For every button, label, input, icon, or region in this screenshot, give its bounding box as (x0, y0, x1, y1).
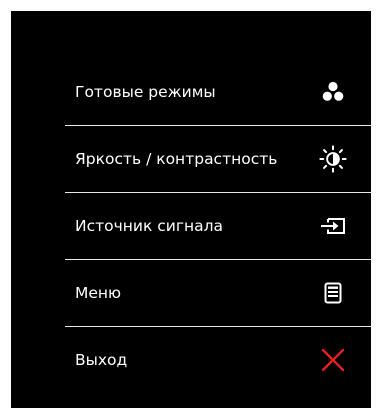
brightness-contrast-icon (319, 145, 347, 173)
preset-modes-icon (319, 78, 347, 106)
close-icon (319, 346, 347, 374)
menu-item-exit[interactable]: Выход (65, 327, 371, 394)
menu-item-input-source[interactable]: Источник сигнала (65, 193, 371, 260)
menu-item-brightness-contrast[interactable]: Яркость / контрастность (65, 126, 371, 193)
menu-item-menu[interactable]: Меню (65, 260, 371, 327)
menu-item-label: Меню (75, 284, 122, 302)
menu-item-label: Источник сигнала (75, 217, 224, 235)
osd-panel: Готовые режимы Яркость / контрастность И… (11, 11, 371, 408)
osd-menu: Готовые режимы Яркость / контрастность И… (65, 59, 371, 394)
menu-icon (319, 279, 347, 307)
menu-item-preset-modes[interactable]: Готовые режимы (65, 59, 371, 126)
input-source-icon (319, 212, 347, 240)
menu-item-label: Яркость / контрастность (75, 150, 278, 168)
menu-item-label: Готовые режимы (75, 83, 216, 101)
menu-item-label: Выход (75, 351, 128, 369)
